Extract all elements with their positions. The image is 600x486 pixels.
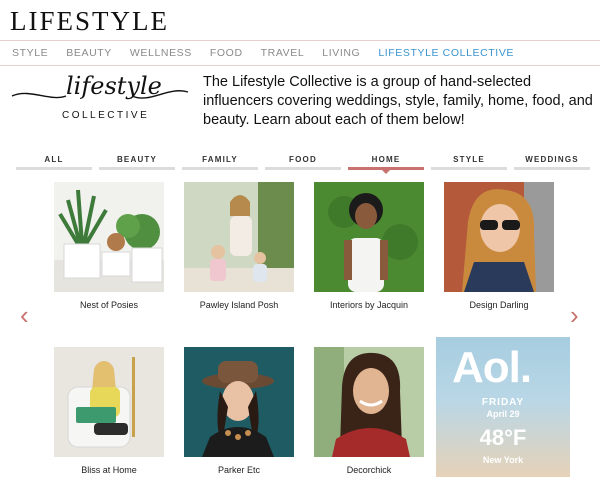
tab-style[interactable]: STYLE [431, 155, 507, 170]
influencer-name: Decorchick [346, 465, 392, 475]
tab-label: FOOD [289, 155, 317, 164]
reading-chair-photo [54, 347, 164, 457]
tab-label: WEDDINGS [525, 155, 579, 164]
tab-family[interactable]: FAMILY [182, 155, 258, 170]
influencer-name: Parker Etc [217, 465, 260, 475]
influencer-name: Nest of Posies [79, 300, 139, 310]
influencer-card-pawley-island-posh[interactable]: Pawley Island Posh [184, 182, 294, 310]
carousel-next-button[interactable]: › [570, 302, 579, 328]
influencer-name: Pawley Island Posh [199, 300, 279, 310]
carousel-prev-button[interactable]: ‹ [20, 302, 29, 328]
tab-label: HOME [371, 155, 401, 164]
sunglasses-portrait-photo [444, 182, 554, 292]
tab-food[interactable]: FOOD [265, 155, 341, 170]
ad-city: New York [482, 455, 524, 465]
ad-temperature: 48°F [479, 425, 527, 450]
main-nav: STYLE BEAUTY WELLNESS FOOD TRAVEL LIVING… [0, 40, 600, 66]
ad-day: FRIDAY [481, 397, 525, 408]
tab-label: STYLE [453, 155, 485, 164]
nav-item-lifestyle-collective[interactable]: LIFESTYLE COLLECTIVE [378, 47, 514, 59]
nav-item-food[interactable]: FOOD [210, 47, 243, 59]
influencer-card-bliss-at-home[interactable]: Bliss at Home [54, 347, 164, 475]
tab-home[interactable]: HOME [348, 155, 424, 174]
influencer-card-design-darling[interactable]: Design Darling [444, 182, 554, 310]
influencer-name: Design Darling [469, 300, 529, 310]
nav-item-living[interactable]: LIVING [322, 47, 360, 59]
logo-script-text: lifestyle [66, 72, 162, 100]
tab-weddings[interactable]: WEDDINGS [514, 155, 590, 170]
logo-subtitle: COLLECTIVE [62, 110, 150, 121]
influencer-card-nest-of-posies[interactable]: Nest of Posies [54, 182, 164, 310]
tab-label: BEAUTY [116, 155, 158, 164]
ad-brand: Aol. [452, 343, 532, 392]
active-tab-caret-icon [382, 170, 390, 174]
family-photo [184, 182, 294, 292]
influencer-card-interiors-by-jacquin[interactable]: Interiors by Jacquin [314, 182, 424, 310]
tab-all[interactable]: ALL [16, 155, 92, 170]
hat-portrait-photo [184, 347, 294, 457]
tab-beauty[interactable]: BEAUTY [99, 155, 175, 170]
category-tabs: ALL BEAUTY FAMILY FOOD HOME STYLE WEDDIN… [16, 155, 596, 175]
site-logo[interactable]: LIFESTYLE [10, 6, 169, 37]
ad-date: April 29 [486, 409, 520, 419]
tab-label: FAMILY [202, 155, 238, 164]
smiling-portrait-photo [314, 347, 424, 457]
intro-text: The Lifestyle Collective is a group of h… [203, 74, 593, 128]
nav-item-style[interactable]: STYLE [12, 47, 48, 59]
nav-item-beauty[interactable]: BEAUTY [66, 47, 112, 59]
influencer-name: Interiors by Jacquin [329, 300, 409, 310]
plants-photo [54, 182, 164, 292]
portrait-photo [314, 182, 424, 292]
influencer-name: Bliss at Home [81, 465, 137, 475]
influencer-card-parker-etc[interactable]: Parker Etc [184, 347, 294, 475]
lifestyle-collective-logo: lifestyle COLLECTIVE [10, 72, 190, 128]
aol-weather-ad[interactable]: Aol. FRIDAY April 29 48°F New York [436, 337, 570, 477]
nav-item-travel[interactable]: TRAVEL [261, 47, 305, 59]
nav-item-wellness[interactable]: WELLNESS [130, 47, 192, 59]
tab-label: ALL [44, 155, 64, 164]
influencer-card-decorchick[interactable]: Decorchick [314, 347, 424, 475]
